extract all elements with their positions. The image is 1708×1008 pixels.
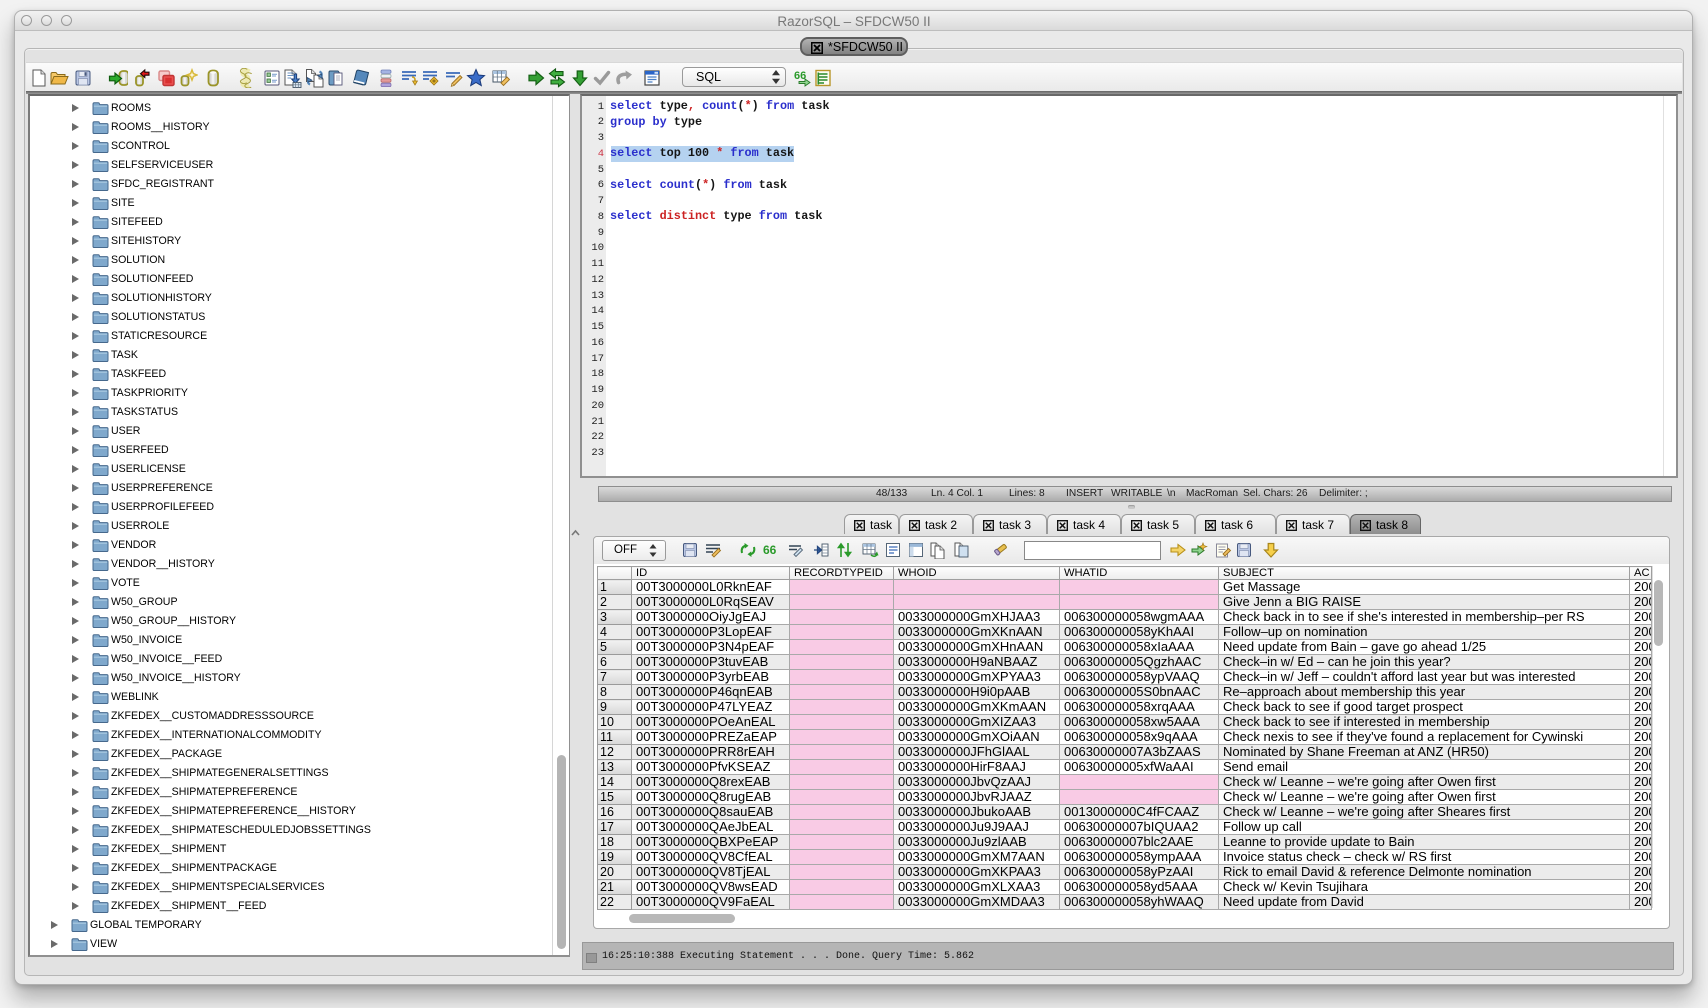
svg-text:66: 66 xyxy=(794,70,806,82)
svg-text:66: 66 xyxy=(763,543,777,557)
